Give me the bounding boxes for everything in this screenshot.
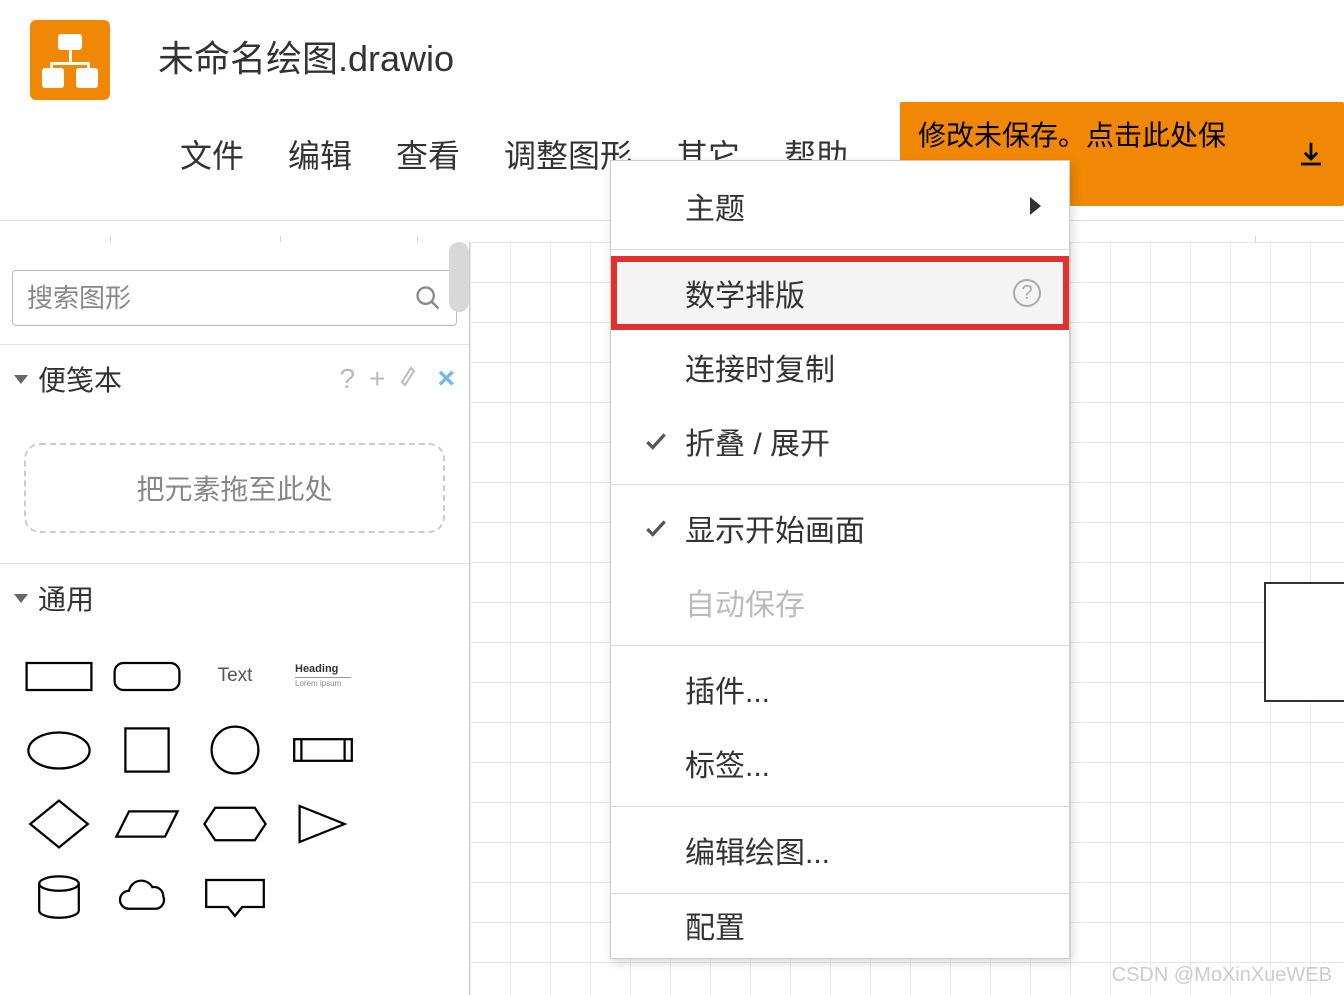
chevron-down-icon <box>14 594 28 603</box>
shape-rounded-rectangle[interactable] <box>106 642 188 710</box>
menu-math-typesetting[interactable]: 数学排版 ? <box>611 256 1069 330</box>
shape-ellipse[interactable] <box>18 716 100 784</box>
menu-autosave: 自动保存 <box>611 565 1069 639</box>
shape-search[interactable] <box>12 270 457 326</box>
menu-file[interactable]: 文件 <box>158 127 266 181</box>
shape-circle[interactable] <box>194 716 276 784</box>
menu-view[interactable]: 查看 <box>374 127 482 181</box>
general-header[interactable]: 通用 <box>0 563 469 632</box>
document-title[interactable]: 未命名绘图.drawio <box>158 20 1344 102</box>
shape-heading[interactable]: HeadingLorem ipsum <box>282 642 364 710</box>
menu-config[interactable]: 配置 <box>611 900 1069 950</box>
download-icon <box>1296 139 1326 169</box>
extras-dropdown: 主题 数学排版 ? 连接时复制 折叠 / 展开 显示开始画面 自动保存 插件..… <box>610 160 1070 959</box>
scrollbar[interactable] <box>449 242 469 312</box>
canvas-rectangle[interactable] <box>1264 582 1344 702</box>
checkmark-icon <box>631 428 681 454</box>
menu-theme[interactable]: 主题 <box>611 169 1069 243</box>
menu-plugins[interactable]: 插件... <box>611 652 1069 726</box>
shape-diamond[interactable] <box>18 790 100 858</box>
shapes-sidebar: 便笺本 ? + × 把元素拖至此处 通用 Text HeadingLorem i… <box>0 242 470 995</box>
edit-icon[interactable] <box>399 363 423 395</box>
menu-copy-on-connect[interactable]: 连接时复制 <box>611 330 1069 404</box>
app-logo-icon <box>30 20 110 100</box>
help-icon[interactable]: ? <box>1013 279 1041 307</box>
shape-parallelogram[interactable] <box>106 790 188 858</box>
chevron-down-icon <box>14 375 28 384</box>
shape-cylinder[interactable] <box>18 864 100 932</box>
help-icon[interactable]: ? <box>340 363 356 395</box>
menu-collapse-expand[interactable]: 折叠 / 展开 <box>611 404 1069 478</box>
shape-process[interactable] <box>282 716 364 784</box>
general-title: 通用 <box>38 578 455 618</box>
scratchpad-title: 便笺本 <box>38 359 326 399</box>
submenu-arrow-icon <box>1030 197 1041 215</box>
close-icon[interactable]: × <box>437 362 455 396</box>
add-icon[interactable]: + <box>369 363 385 395</box>
menu-edit-diagram[interactable]: 编辑绘图... <box>611 813 1069 887</box>
shape-hexagon[interactable] <box>194 790 276 858</box>
shape-triangle[interactable] <box>282 790 364 858</box>
menu-show-start-screen[interactable]: 显示开始画面 <box>611 491 1069 565</box>
scratchpad-header[interactable]: 便笺本 ? + × <box>0 344 469 413</box>
shape-rectangle[interactable] <box>18 642 100 710</box>
shape-square[interactable] <box>106 716 188 784</box>
shape-search-input[interactable] <box>27 283 414 314</box>
shape-palette: Text HeadingLorem ipsum <box>0 632 469 942</box>
shape-cloud[interactable] <box>106 864 188 932</box>
search-icon <box>414 284 442 312</box>
shape-callout[interactable] <box>194 864 276 932</box>
menu-edit[interactable]: 编辑 <box>266 127 374 181</box>
checkmark-icon <box>631 515 681 541</box>
scratchpad-dropzone[interactable]: 把元素拖至此处 <box>24 443 445 533</box>
shape-text[interactable]: Text <box>194 642 276 710</box>
menu-tags[interactable]: 标签... <box>611 726 1069 800</box>
watermark: CSDN @MoXinXueWEB <box>1112 964 1332 987</box>
